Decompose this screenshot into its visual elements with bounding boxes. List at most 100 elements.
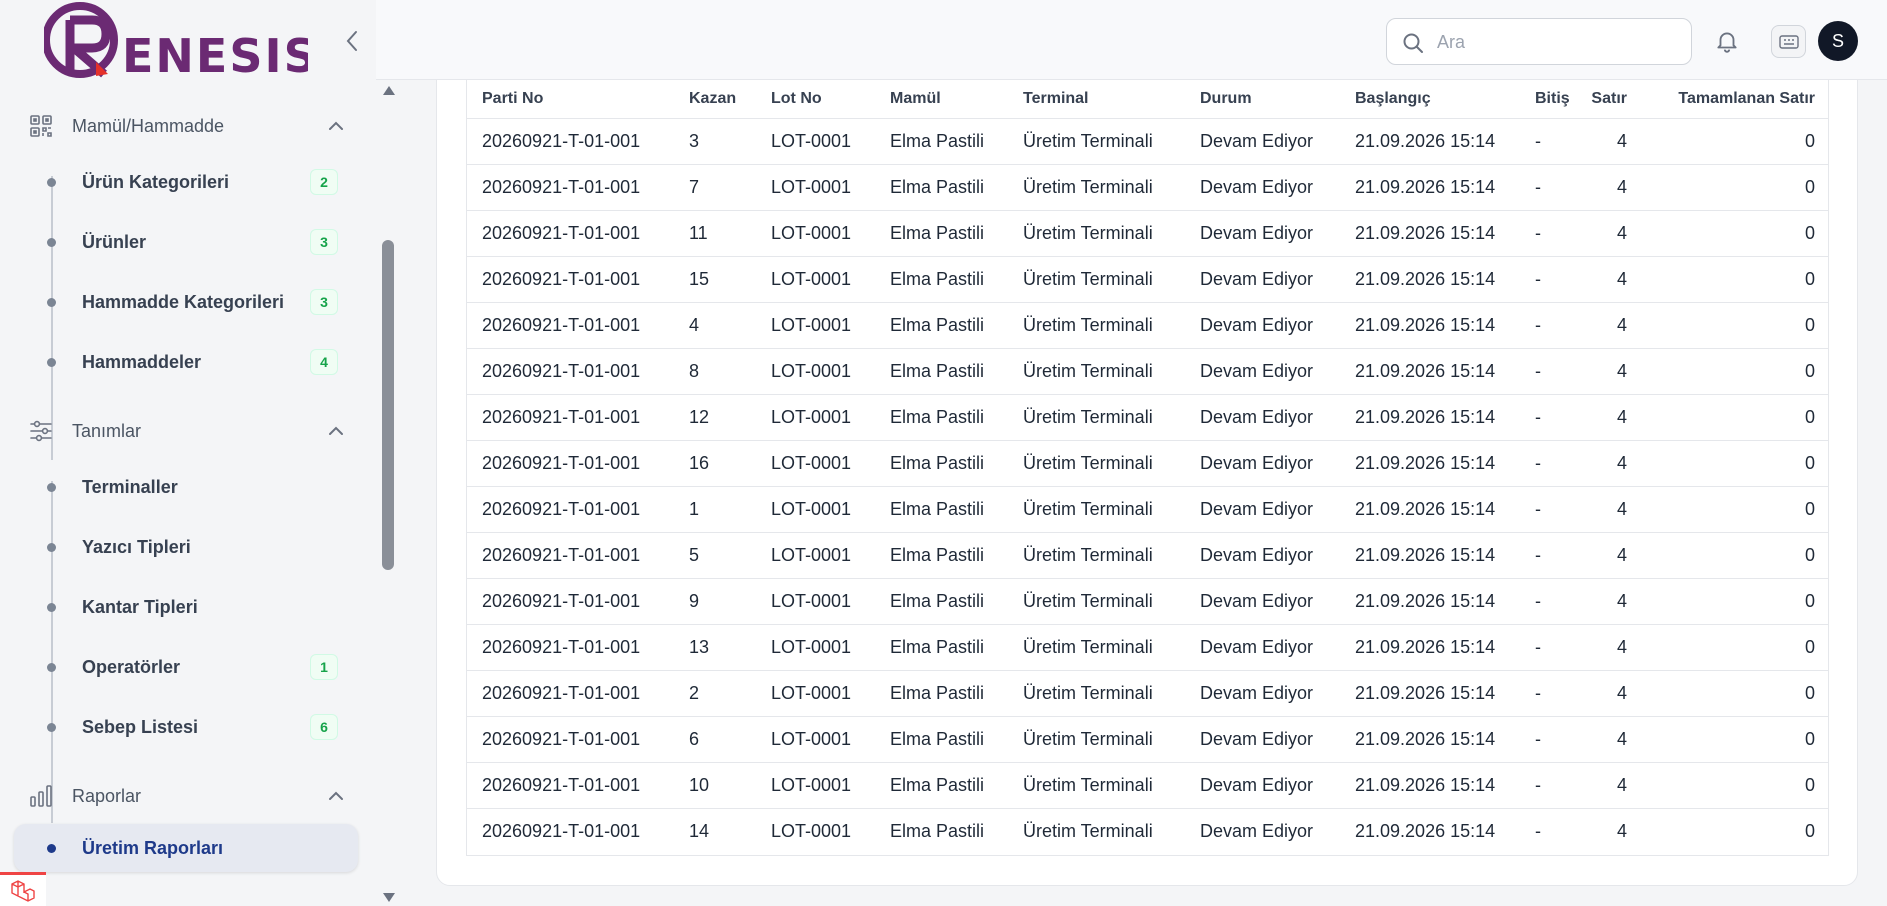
table-cell: Elma Pastili bbox=[875, 486, 1008, 533]
sidebar-item-kantar-tipleri[interactable]: Kantar Tipleri bbox=[14, 583, 358, 631]
table-cell: 21.09.2026 15:14 bbox=[1340, 532, 1520, 579]
search-box[interactable] bbox=[1386, 18, 1692, 65]
table-row[interactable]: 20260921-T-01-001 5 LOT-0001 Elma Pastili Ür… bbox=[467, 532, 1828, 579]
chevron-up-icon bbox=[326, 786, 346, 806]
nav-group-raporlar[interactable]: Raporlar bbox=[0, 776, 376, 816]
table-row[interactable]: 20260921-T-01-001 11 LOT-0001 Elma Pastili Ü… bbox=[467, 210, 1828, 257]
table-cell: 20260921-T-01-001 bbox=[467, 348, 674, 395]
table-cell: 20260921-T-01-001 bbox=[467, 716, 674, 763]
sidebar-item-urun-kategorileri[interactable]: Ürün Kategorileri 2 bbox=[14, 158, 358, 206]
sidebar-item-label: Sebep Listesi bbox=[82, 716, 199, 737]
table-cell: 20260921-T-01-001 bbox=[467, 210, 674, 257]
column-header[interactable]: Satır bbox=[1587, 80, 1642, 119]
sidebar-scrollbar[interactable] bbox=[379, 78, 397, 906]
bell-icon bbox=[1717, 32, 1737, 53]
table-cell: Devam Ediyor bbox=[1185, 394, 1340, 441]
column-header[interactable]: Parti No bbox=[467, 80, 674, 119]
table-cell: 13 bbox=[674, 624, 756, 671]
table-cell: 0 bbox=[1642, 670, 1828, 717]
count-badge: 1 bbox=[310, 654, 338, 680]
table-cell: 0 bbox=[1642, 394, 1828, 441]
table-cell: - bbox=[1520, 348, 1587, 395]
scrollbar-thumb[interactable] bbox=[382, 240, 394, 570]
table-row[interactable]: 20260921-T-01-001 6 LOT-0001 Elma Pastili Ür… bbox=[467, 716, 1828, 763]
table-row[interactable]: 20260921-T-01-001 3 LOT-0001 Elma Pastili Ür… bbox=[467, 118, 1828, 165]
keyboard-shortcuts-button[interactable] bbox=[1771, 25, 1806, 58]
sidebar-item-uretim-raporlari[interactable]: Üretim Raporları bbox=[14, 824, 358, 872]
bullet-icon bbox=[47, 237, 56, 247]
table-row[interactable]: 20260921-T-01-001 12 LOT-0001 Elma Pastili Ü… bbox=[467, 394, 1828, 441]
table-row[interactable]: 20260921-T-01-001 7 LOT-0001 Elma Pastili Ür… bbox=[467, 164, 1828, 211]
scroll-up-arrow-icon[interactable] bbox=[383, 86, 395, 95]
search-input[interactable] bbox=[1437, 27, 1677, 57]
table-row[interactable]: 20260921-T-01-001 1 LOT-0001 Elma Pastili Ür… bbox=[467, 486, 1828, 533]
table-cell: 1 bbox=[674, 486, 756, 533]
table-cell: 4 bbox=[1587, 532, 1642, 579]
table-row[interactable]: 20260921-T-01-001 4 LOT-0001 Elma Pastili Ür… bbox=[467, 302, 1828, 349]
nav-group-label: Raporlar bbox=[72, 785, 142, 806]
column-header[interactable]: Lot No bbox=[756, 80, 875, 119]
brand-logo[interactable]: ENESIS bbox=[42, 2, 317, 83]
sidebar-item-label: Hammaddeler bbox=[82, 351, 202, 372]
table-cell: 14 bbox=[689, 820, 710, 841]
sidebar-item-label: Operatörler bbox=[82, 656, 181, 677]
debug-toolbar-icon[interactable] bbox=[0, 872, 46, 906]
sidebar-item-yazici-tipleri[interactable]: Yazıcı Tipleri bbox=[14, 523, 358, 571]
column-header[interactable]: Terminal bbox=[1008, 80, 1185, 119]
table-cell: 0 bbox=[1642, 348, 1828, 395]
table-cell: Üretim Terminali bbox=[1008, 670, 1185, 717]
sidebar-item-sebep-listesi[interactable]: Sebep Listesi 6 bbox=[14, 703, 358, 751]
table-cell: 4 bbox=[1587, 716, 1642, 763]
table-cell: 20260921-T-01-001 bbox=[482, 820, 641, 841]
table-cell: 7 bbox=[674, 164, 756, 211]
table-cell: Devam Ediyor bbox=[1185, 256, 1340, 303]
table-cell: 21.09.2026 15:14 bbox=[1340, 394, 1520, 441]
nav-group-tanimlar[interactable]: Tanımlar bbox=[0, 411, 376, 451]
table-row[interactable]: 20260921-T-01-001 14 LOT-0001 Elma Pastili Ü… bbox=[467, 808, 1828, 854]
table-row[interactable]: 20260921-T-01-001 2 LOT-0001 Elma Pastili Ür… bbox=[467, 670, 1828, 717]
table-cell: 4 bbox=[1616, 820, 1627, 841]
nav-group-mamul-hammadde[interactable]: Mamül/Hammadde bbox=[0, 106, 376, 146]
chevron-up-icon bbox=[326, 421, 346, 441]
column-header[interactable]: Durum bbox=[1185, 80, 1340, 119]
table-cell: Üretim Terminali bbox=[1008, 486, 1185, 533]
sidebar-item-label: Üretim Raporları bbox=[82, 837, 224, 858]
sidebar-item-operatorler[interactable]: Operatörler 1 bbox=[14, 643, 358, 691]
collapse-sidebar-button[interactable] bbox=[340, 26, 364, 56]
column-header[interactable]: Başlangıç bbox=[1340, 80, 1520, 119]
sidebar-item-terminaller[interactable]: Terminaller bbox=[14, 463, 358, 511]
scroll-down-arrow-icon[interactable] bbox=[383, 893, 395, 902]
table-row[interactable]: 20260921-T-01-001 15 LOT-0001 Elma Pastili Ü… bbox=[467, 256, 1828, 303]
table-row[interactable]: 20260921-T-01-001 9 LOT-0001 Elma Pastili Ür… bbox=[467, 578, 1828, 625]
column-header[interactable]: Tamamlanan Satır bbox=[1642, 80, 1828, 119]
sidebar-item-label: Hammadde Kategorileri bbox=[82, 291, 285, 312]
table-row[interactable]: 20260921-T-01-001 10 LOT-0001 Elma Pastili Ü… bbox=[467, 762, 1828, 809]
avatar[interactable]: S bbox=[1818, 21, 1858, 61]
sidebar-item-urunler[interactable]: Ürünler 3 bbox=[14, 218, 358, 266]
sidebar-item-hammaddeler[interactable]: Hammaddeler 4 bbox=[14, 338, 358, 386]
column-header[interactable]: Bitiş bbox=[1520, 80, 1587, 119]
bullet-icon bbox=[47, 722, 56, 732]
table-cell: Üretim Terminali bbox=[1008, 716, 1185, 763]
table-row[interactable]: 20260921-T-01-001 8 LOT-0001 Elma Pastili Ür… bbox=[467, 348, 1828, 395]
table-cell: 21.09.2026 15:14 bbox=[1340, 624, 1520, 671]
column-header[interactable]: Mamül bbox=[875, 80, 1008, 119]
table-cell: 20260921-T-01-001 bbox=[467, 578, 674, 625]
sidebar-item-hammadde-kategorileri[interactable]: Hammadde Kategorileri 3 bbox=[14, 278, 358, 326]
table-cell: LOT-0001 bbox=[756, 210, 875, 257]
table-cell: Üretim Terminali bbox=[1008, 440, 1185, 487]
table-cell: 4 bbox=[1587, 394, 1642, 441]
table-cell: LOT-0001 bbox=[756, 118, 875, 165]
table-cell: - bbox=[1520, 624, 1587, 671]
table-row[interactable]: 20260921-T-01-001 13 LOT-0001 Elma Pastili Ü… bbox=[467, 624, 1828, 671]
bullet-icon bbox=[47, 357, 56, 367]
table-cell: LOT-0001 bbox=[756, 164, 875, 211]
table-cell: Devam Ediyor bbox=[1185, 578, 1340, 625]
notifications-button[interactable] bbox=[1712, 26, 1742, 56]
table-cell: LOT-0001 bbox=[756, 624, 875, 671]
table-cell: 21.09.2026 15:14 bbox=[1340, 716, 1520, 763]
table-row[interactable]: 20260921-T-01-001 16 LOT-0001 Elma Pastili Ü… bbox=[467, 440, 1828, 487]
column-header[interactable]: Kazan bbox=[674, 80, 756, 119]
table-cell: 4 bbox=[1587, 210, 1642, 257]
bullet-icon bbox=[47, 297, 56, 307]
